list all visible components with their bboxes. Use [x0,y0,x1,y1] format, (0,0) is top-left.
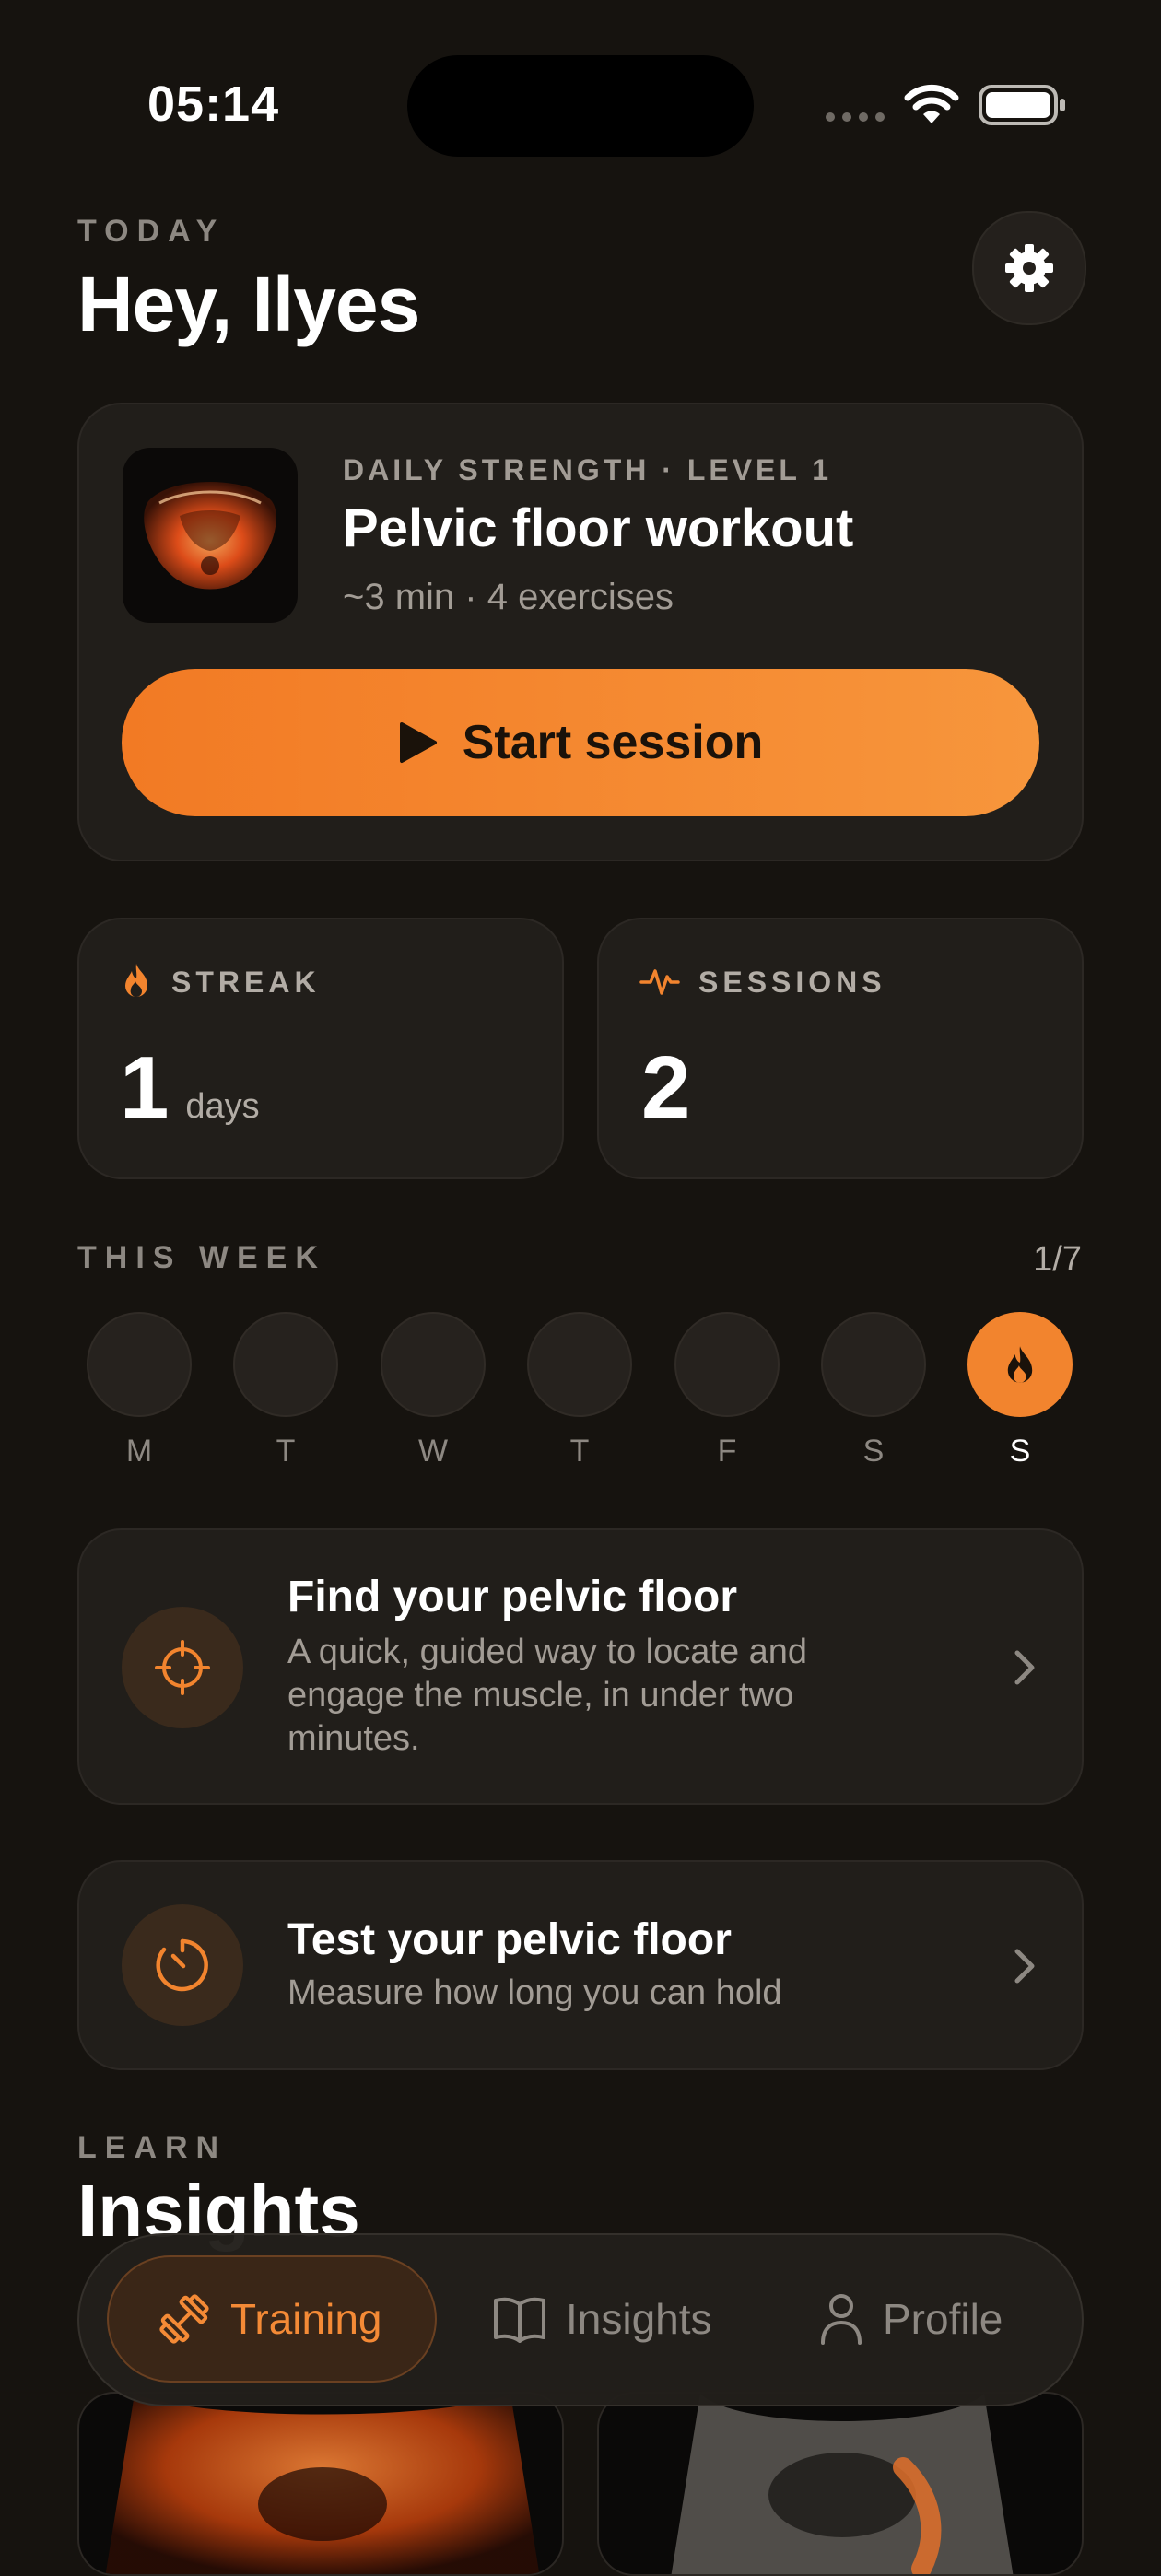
pelvis-thumbnail [123,448,298,623]
greeting-title: Hey, Ilyes [77,261,420,347]
dynamic-island [407,55,754,157]
day-circle-wed[interactable] [381,1312,486,1417]
wifi-icon [904,84,959,123]
day-label: T [276,1434,296,1469]
workout-eyebrow: DAILY STRENGTH · LEVEL 1 [343,453,833,486]
week-eyebrow: THIS WEEK [77,1240,326,1275]
gear-icon [1005,244,1053,292]
sessions-value: 2 [641,1038,691,1137]
learn-eyebrow: LEARN [77,2130,228,2165]
day-circle-sun[interactable] [968,1312,1073,1417]
timer-icon [156,1938,208,1992]
sessions-label: SESSIONS [698,966,886,999]
workout-meta: ~3 min · 4 exercises [343,577,674,617]
subtitle-line: engage the muscle, in under two [287,1676,794,1715]
insight-card-anatomy[interactable] [597,2392,1084,2576]
person-icon [821,2294,862,2345]
cellular-signal-icon [826,112,885,122]
chevron-right-icon [1014,1949,1035,1984]
pelvis-illustration [105,2394,540,2574]
day-label: W [417,1434,449,1469]
streak-value-group: 1 days [120,1037,260,1139]
tab-insights[interactable]: Insights [492,2285,712,2353]
test-pelvic-floor-title: Test your pelvic floor [287,1915,732,1964]
chevron-right-icon [1014,1650,1035,1685]
subtitle-line: minutes. [287,1719,420,1758]
dumbbell-icon [159,2294,209,2344]
tab-profile-label: Profile [883,2295,1003,2343]
pulse-icon [639,969,680,995]
day-label: F [717,1434,737,1469]
day-circle-sat[interactable] [821,1312,926,1417]
day-circle-tue[interactable] [233,1312,338,1417]
battery-icon [979,85,1065,125]
flame-icon [1007,1346,1033,1383]
find-pelvic-floor-subtitle: A quick, guided way to locate and engage… [287,1631,877,1761]
find-pelvic-floor-title: Find your pelvic floor [287,1573,738,1622]
day-label: S [1009,1434,1031,1469]
day-label: M [125,1434,153,1469]
streak-value: 1 [120,1038,170,1137]
day-circle-mon[interactable] [87,1312,192,1417]
tab-training-label: Training [230,2295,382,2343]
day-circle-thu[interactable] [527,1312,632,1417]
play-icon [399,722,437,763]
week-count: 1/7 [1033,1240,1082,1279]
streak-unit: days [185,1087,260,1126]
insight-card-pelvis[interactable] [77,2392,564,2576]
start-session-button[interactable]: Start session [122,669,1039,816]
subtitle-line: A quick, guided way to locate and [287,1633,808,1671]
day-label: S [862,1434,885,1469]
workout-title: Pelvic floor workout [343,498,854,558]
tab-profile[interactable]: Profile [818,2285,1003,2353]
crosshair-icon-badge [122,1607,243,1728]
day-circle-fri[interactable] [674,1312,780,1417]
book-icon [494,2297,545,2343]
settings-button[interactable] [972,211,1086,325]
crosshair-icon [155,1640,210,1695]
test-pelvic-floor-subtitle: Measure how long you can hold [287,1973,782,2012]
timer-icon-badge [122,1904,243,2026]
today-eyebrow: TODAY [77,214,226,249]
start-session-label: Start session [462,716,764,769]
flame-icon [125,964,147,998]
tab-training[interactable]: Training [157,2285,381,2353]
anatomy-illustration [671,2394,1014,2574]
streak-label: STREAK [171,966,321,999]
status-time: 05:14 [147,76,280,132]
day-label: T [569,1434,590,1469]
tab-insights-label: Insights [566,2295,712,2343]
